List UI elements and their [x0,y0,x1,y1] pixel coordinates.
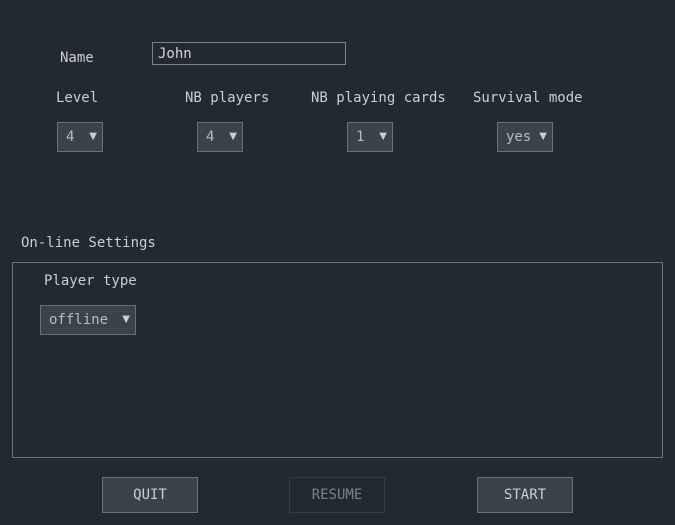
nb-players-label: NB players [185,90,270,106]
level-label: Level [56,90,99,106]
survival-mode-label: Survival mode [473,90,583,106]
start-button[interactable]: START [477,477,573,513]
game-settings-window: { "player": { "name_label": "Name", "nam… [0,0,675,525]
player-type-select[interactable]: offline ▼ [40,305,136,335]
level-select-value: 4 [66,129,75,145]
survival-mode-select[interactable]: yes ▼ [497,122,553,152]
chevron-down-icon: ▼ [539,131,547,142]
name-input[interactable] [152,42,346,65]
level-select[interactable]: 4 ▼ [57,122,103,152]
nb-players-select[interactable]: 4 ▼ [197,122,243,152]
player-type-label: Player type [44,273,137,289]
chevron-down-icon: ▼ [229,131,237,142]
chevron-down-icon: ▼ [89,131,97,142]
nb-playing-cards-label: NB playing cards [311,90,446,106]
quit-button[interactable]: QUIT [102,477,198,513]
nb-players-select-value: 4 [206,129,215,145]
nb-playing-cards-select-value: 1 [356,129,365,145]
online-settings-group [12,262,663,458]
nb-playing-cards-select[interactable]: 1 ▼ [347,122,393,152]
player-type-select-value: offline [49,312,109,328]
survival-mode-select-value: yes [506,129,532,145]
resume-button[interactable]: RESUME [289,477,385,513]
online-settings-label: On-line Settings [21,235,156,251]
chevron-down-icon: ▼ [379,131,387,142]
chevron-down-icon: ▼ [122,314,130,325]
name-label: Name [60,50,94,66]
